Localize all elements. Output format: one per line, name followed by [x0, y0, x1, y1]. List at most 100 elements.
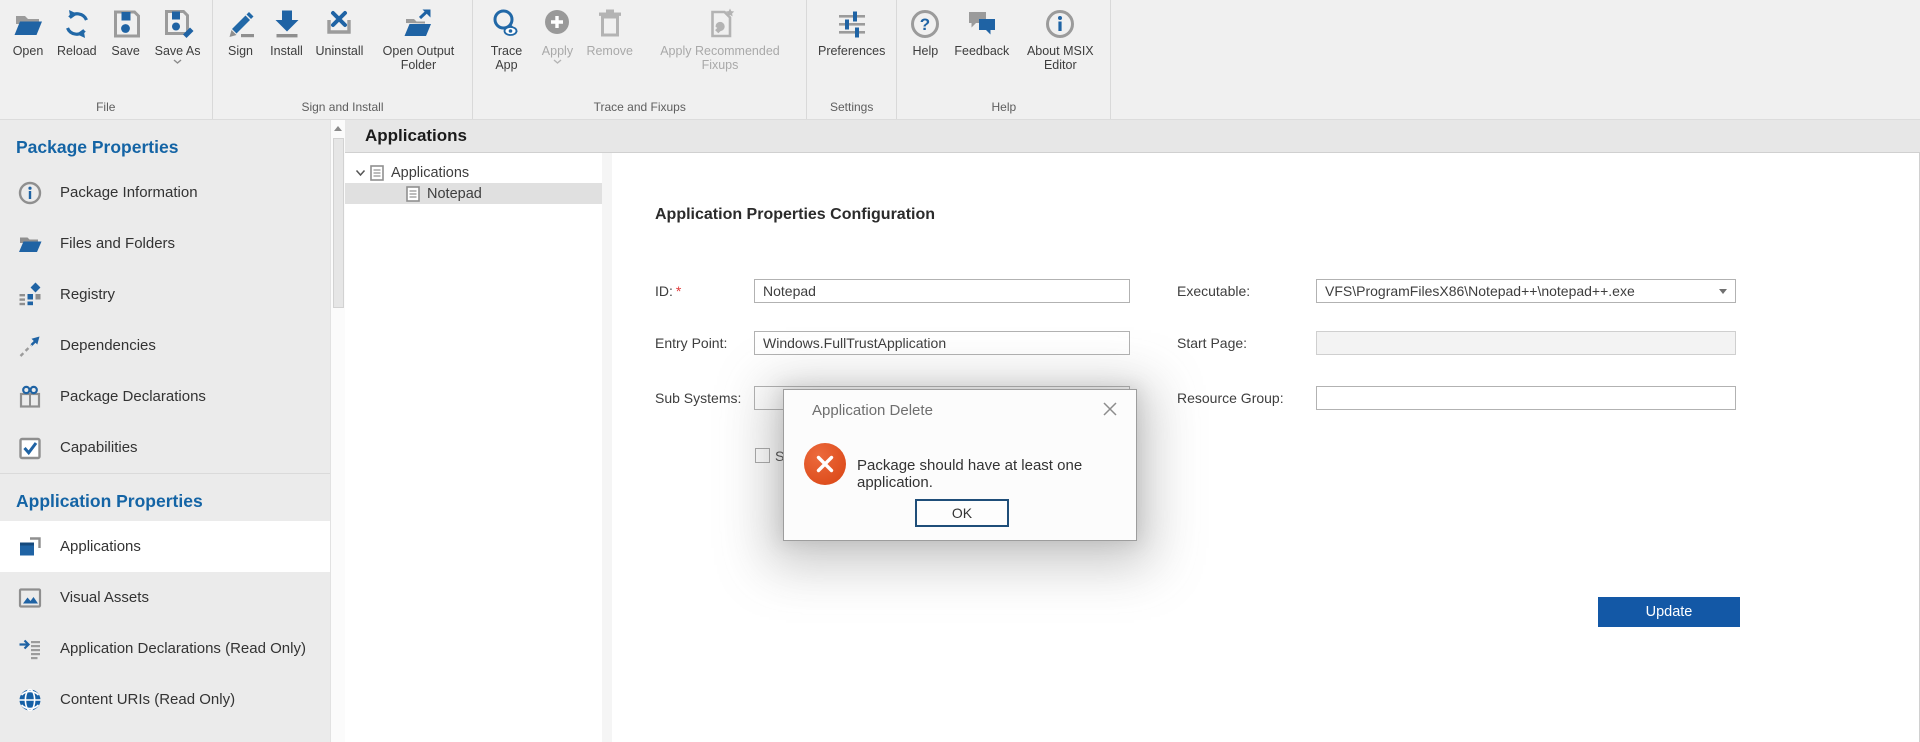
- sidebar-section-application-properties: Application Properties: [0, 474, 330, 521]
- application-delete-dialog: Application Delete Package should have a…: [783, 389, 1137, 541]
- save-as-button[interactable]: Save As: [149, 0, 207, 64]
- save-button[interactable]: Save: [103, 0, 149, 58]
- panel-gutter: [602, 153, 612, 742]
- apply-plus-icon: [540, 7, 574, 41]
- sidebar-item-registry[interactable]: Registry: [0, 269, 330, 320]
- ribbon-group-label-trace-fixups: Trace and Fixups: [478, 99, 801, 119]
- folder-icon: [17, 231, 43, 257]
- ribbon-toolbar: Open Reload: [0, 0, 1920, 120]
- sidebar-item-visual-assets[interactable]: Visual Assets: [0, 572, 330, 623]
- preferences-sliders-icon: [835, 7, 869, 41]
- svg-text:?: ?: [920, 15, 930, 34]
- gift-icon: [17, 384, 43, 410]
- info-circle-icon: [1043, 7, 1077, 41]
- sidebar-item-package-declarations[interactable]: Package Declarations: [0, 371, 330, 422]
- required-asterisk: *: [676, 283, 681, 299]
- tree-node-notepad[interactable]: Notepad: [345, 183, 602, 204]
- applications-content: Applications Notepad: [345, 152, 1920, 742]
- executable-label: Executable:: [1177, 279, 1250, 303]
- image-icon: [17, 585, 43, 611]
- sidebar-item-application-declarations[interactable]: Application Declarations (Read Only): [0, 623, 330, 674]
- save-icon: [109, 7, 143, 41]
- ribbon-group-settings: Preferences Settings: [807, 0, 897, 119]
- dialog-title: Application Delete: [812, 402, 933, 419]
- reload-button[interactable]: Reload: [51, 0, 103, 58]
- sidebar-item-dependencies[interactable]: Dependencies: [0, 320, 330, 371]
- tree-node-label: Applications: [391, 165, 469, 181]
- declarations-icon: [17, 636, 43, 662]
- document-icon: [370, 165, 384, 181]
- dialog-message: Package should have at least one applica…: [857, 457, 1136, 491]
- ribbon-group-file: Open Reload: [0, 0, 213, 119]
- trace-app-button[interactable]: Trace App: [478, 0, 534, 73]
- start-page-label: Start Page:: [1177, 331, 1247, 355]
- apply-button[interactable]: Apply: [534, 0, 580, 64]
- ribbon-group-trace-fixups: Trace App Apply: [473, 0, 807, 119]
- dependencies-icon: [17, 333, 43, 359]
- ribbon-group-help: ? Help Feedback: [897, 0, 1111, 119]
- save-as-icon: [161, 7, 195, 41]
- resource-group-label: Resource Group:: [1177, 386, 1284, 410]
- ribbon-group-label-sign-install: Sign and Install: [218, 99, 468, 119]
- sidebar-item-files-and-folders[interactable]: Files and Folders: [0, 218, 330, 269]
- form-heading: Application Properties Configuration: [655, 206, 935, 224]
- combo-dropdown-icon: [1719, 289, 1727, 294]
- entry-point-input[interactable]: [754, 331, 1130, 355]
- close-icon[interactable]: [1102, 401, 1118, 417]
- sidebar-item-content-uris[interactable]: Content URIs (Read Only): [0, 674, 330, 725]
- help-button[interactable]: ? Help: [902, 0, 948, 58]
- main-panel: Applications App: [345, 120, 1920, 742]
- sub-systems-label: Sub Systems:: [655, 386, 741, 410]
- scrollbar-up-arrow[interactable]: [331, 120, 345, 137]
- tree-node-applications[interactable]: Applications: [345, 162, 602, 183]
- scrollbar-thumb[interactable]: [333, 138, 344, 308]
- msix-editor-window: Open Reload: [0, 0, 1920, 742]
- info-circle-icon: [17, 180, 43, 206]
- ribbon-group-label-settings: Settings: [812, 99, 891, 119]
- update-button[interactable]: Update: [1598, 597, 1740, 627]
- feedback-button[interactable]: Feedback: [948, 0, 1015, 58]
- sign-button[interactable]: Sign: [218, 0, 264, 58]
- open-output-folder-button[interactable]: Open Output Folder: [369, 0, 467, 73]
- sidebar-item-package-information[interactable]: Package Information: [0, 167, 330, 218]
- id-input[interactable]: [754, 279, 1130, 303]
- resource-group-input[interactable]: [1316, 386, 1736, 410]
- checkbox-icon: [17, 435, 43, 461]
- registry-icon: [17, 282, 43, 308]
- supports-checkbox[interactable]: [755, 448, 770, 463]
- ribbon-spacer: [1111, 0, 1920, 119]
- open-output-folder-icon: [401, 7, 435, 41]
- x-mark-icon: [815, 454, 835, 474]
- sidebar-section-package-properties: Package Properties: [0, 120, 330, 167]
- apply-recommended-fixups-button[interactable]: Apply Recommended Fixups: [639, 0, 801, 73]
- open-folder-icon: [11, 7, 45, 41]
- ribbon-group-label-file: File: [5, 99, 207, 119]
- sidebar-item-applications[interactable]: Applications: [0, 521, 330, 572]
- page-title: Applications: [365, 126, 467, 146]
- trace-app-icon: [489, 7, 523, 41]
- error-icon: [804, 443, 846, 485]
- executable-combobox[interactable]: VFS\ProgramFilesX86\Notepad++\notepad++.…: [1316, 279, 1736, 303]
- tree-node-label: Notepad: [427, 186, 482, 202]
- executable-value: VFS\ProgramFilesX86\Notepad++\notepad++.…: [1325, 283, 1635, 299]
- start-page-input[interactable]: [1316, 331, 1736, 355]
- fixups-icon: [703, 7, 737, 41]
- uninstall-button[interactable]: Uninstall: [310, 0, 370, 58]
- sidebar-item-capabilities[interactable]: Capabilities: [0, 422, 330, 473]
- chevron-down-icon: [553, 59, 562, 64]
- sign-pencil-icon: [224, 7, 258, 41]
- app-window-icon: [17, 534, 43, 560]
- open-button[interactable]: Open: [5, 0, 51, 58]
- page-title-bar: Applications: [345, 120, 1920, 152]
- help-icon: ?: [908, 7, 942, 41]
- sidebar-scrollbar[interactable]: [330, 120, 345, 742]
- about-msix-editor-button[interactable]: About MSIX Editor: [1015, 0, 1105, 73]
- trash-icon: [593, 7, 627, 41]
- chevron-down-icon: [173, 59, 182, 64]
- preferences-button[interactable]: Preferences: [812, 0, 891, 58]
- install-button[interactable]: Install: [264, 0, 310, 58]
- remove-button[interactable]: Remove: [580, 0, 639, 58]
- entry-point-label: Entry Point:: [655, 331, 727, 355]
- globe-icon: [17, 687, 43, 713]
- ok-button[interactable]: OK: [915, 499, 1009, 527]
